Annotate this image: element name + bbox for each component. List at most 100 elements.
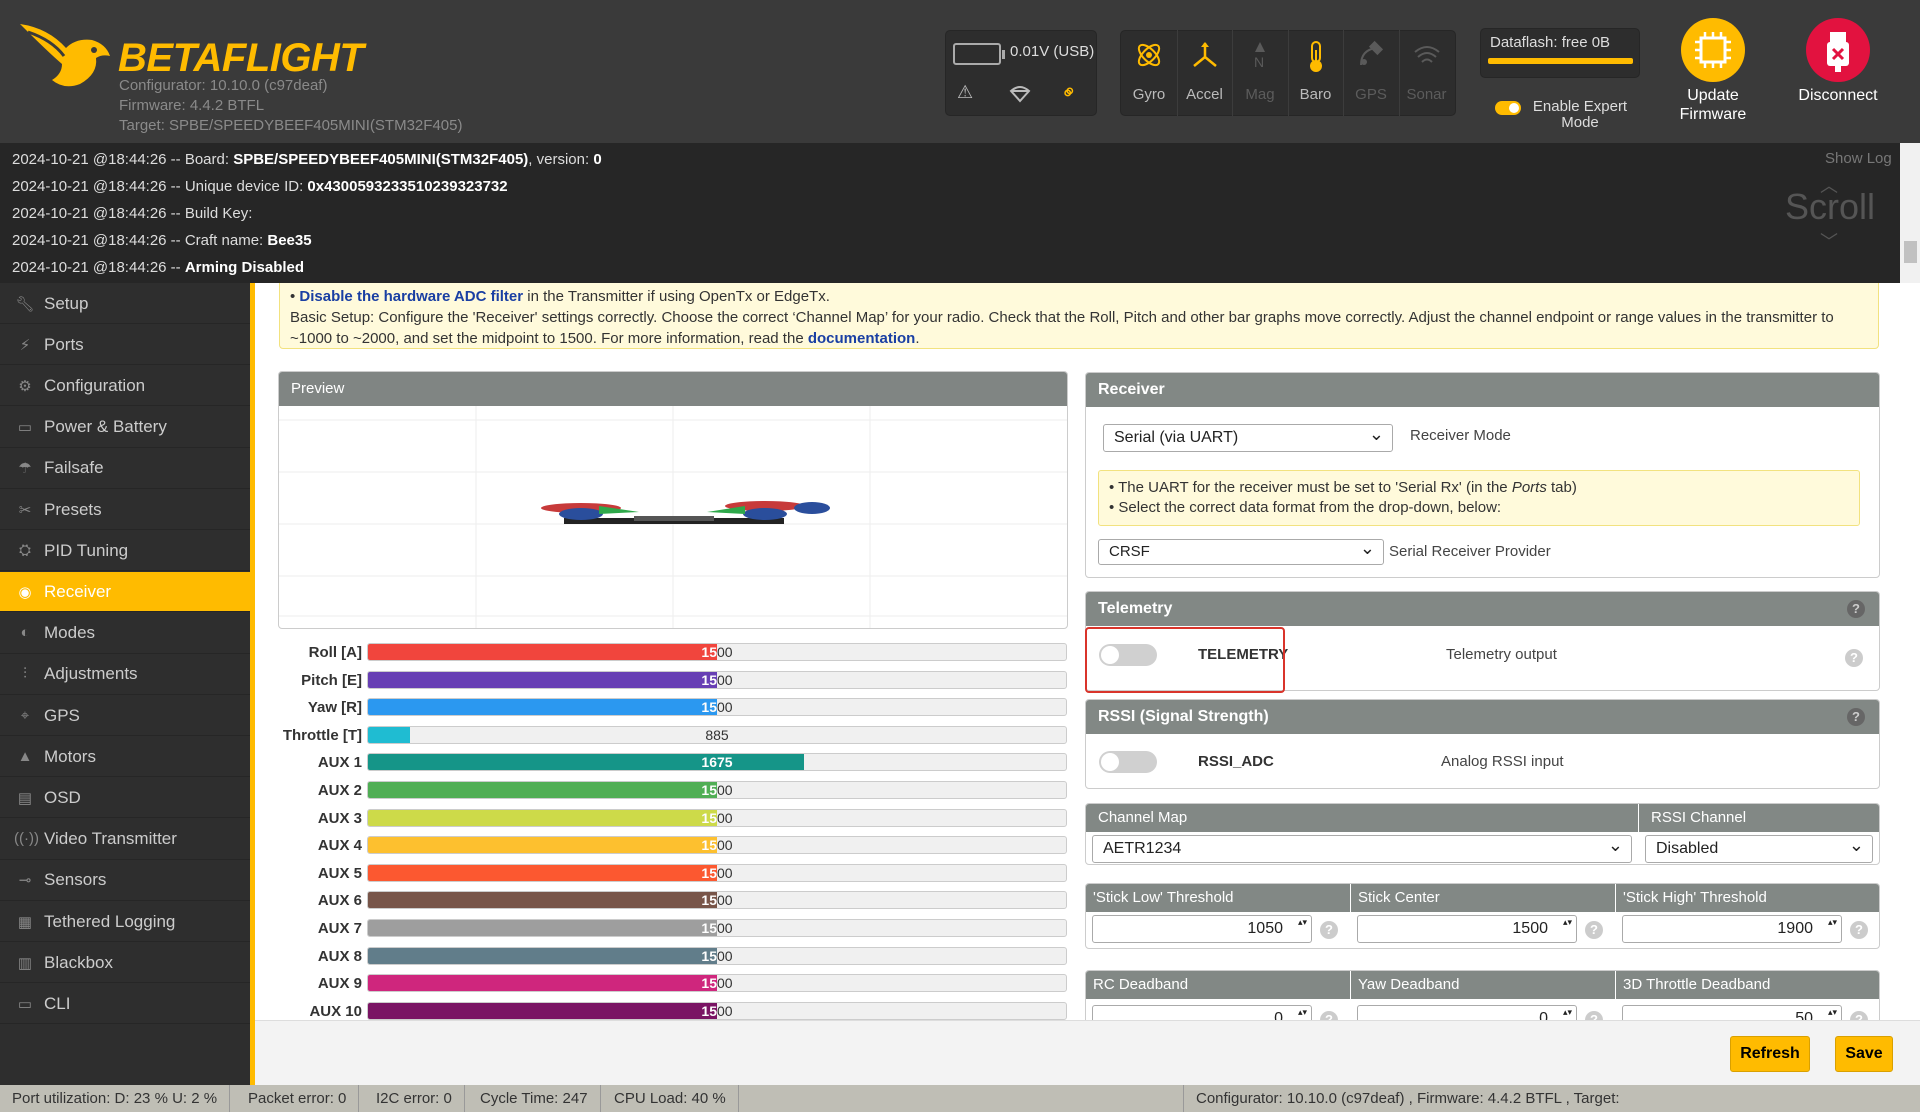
sidebar-item-adjustments[interactable]: ⫶ Adjustments [0, 655, 250, 695]
help-icon[interactable]: ? [1585, 1011, 1603, 1020]
channel-value-overlay: 1500 [368, 920, 717, 936]
log-line: 2024-10-21 @18:44:26 -- Board: SPBE/SPEE… [12, 146, 602, 173]
parachute-icon: ☂ [18, 460, 32, 478]
sidebar: 🔧︎ Setup ⚡︎ Ports ⚙ Configuration ▭ Power & Bat… [0, 283, 254, 1085]
receiver-mode-select[interactable]: Serial (via UART) [1103, 421, 1393, 452]
field-label: RC Deadband [1086, 971, 1350, 999]
channel-value-overlay: 1500 [368, 865, 717, 881]
field-label: 'Stick High' Threshold [1616, 884, 1879, 912]
help-icon[interactable]: ? [1847, 708, 1865, 726]
help-icon[interactable]: ? [1320, 921, 1338, 939]
help-icon[interactable]: ? [1845, 649, 1863, 667]
channel-label: AUX 4 [317, 837, 362, 855]
sidebar-item-ports[interactable]: ⚡︎ Ports [0, 325, 250, 366]
plug-icon: ⚡︎ [19, 336, 31, 354]
rssi-title: RSSI (Signal Strength) [1086, 700, 1879, 734]
sidebar-item-label: Video Transmitter [44, 829, 177, 849]
sidebar-item-video-transmitter[interactable]: ((·)) Video Transmitter [0, 820, 250, 860]
warning-icon: ⚠ [957, 82, 974, 102]
channel-value-inner: 885 [368, 727, 410, 743]
expert-mode-toggle[interactable] [1495, 101, 1521, 115]
sidebar-item-label: Receiver [44, 581, 112, 601]
adc-filter-link[interactable]: Disable the hardware ADC filter [299, 288, 523, 305]
channel-label: AUX 10 [309, 1002, 362, 1020]
sensor-gyro: Gyro [1122, 30, 1176, 118]
sidebar-item-label: Modes [44, 623, 96, 643]
refresh-button[interactable]: Refresh [1730, 1036, 1810, 1072]
sidebar-item-blackbox[interactable]: ▥ Blackbox [0, 943, 250, 984]
sidebar-item-cli[interactable]: ▭ CLI [0, 984, 250, 1025]
sidebar-item-tethered-logging[interactable]: ▦ Tethered Logging [0, 902, 250, 942]
sidebar-item-configuration[interactable]: ⚙ Configuration [0, 366, 250, 407]
receiver-icon: ◉ [18, 583, 32, 601]
field-label: Yaw Deadband [1351, 971, 1615, 999]
sidebar-item-setup[interactable]: 🔧︎ Setup [0, 284, 250, 324]
status-bar: Port utilization: D: 23 % U: 2 % Packet … [0, 1085, 1920, 1112]
quad-model-icon [541, 501, 830, 524]
serial-provider-select[interactable]: CRSF [1098, 536, 1384, 565]
sidebar-item-pid-tuning[interactable]: ⛭ PID Tuning [0, 531, 250, 572]
sidebar-item-label: Failsafe [44, 458, 104, 478]
sensor-accel: Accel [1176, 30, 1232, 118]
sidebar-item-failsafe[interactable]: ☂ Failsafe [0, 449, 250, 489]
sidebar-item-receiver[interactable]: ◉ Receiver [0, 572, 254, 613]
sidebar-item-label: Power & Battery [44, 417, 167, 437]
help-icon[interactable]: ? [1850, 921, 1868, 939]
rssi-channel-select[interactable]: Disabled [1645, 832, 1873, 863]
number-input[interactable]: 1900 [1622, 915, 1842, 943]
sidebar-item-gps[interactable]: ⌖ GPS [0, 696, 250, 736]
documentation-link[interactable]: documentation [808, 330, 916, 347]
chevron-down-icon[interactable]: ﹀ [1820, 228, 1838, 254]
disconnect-label: Disconnect [1798, 87, 1878, 104]
number-input[interactable]: 0 [1092, 1005, 1312, 1020]
sidebar-item-power-battery[interactable]: ▭ Power & Battery [0, 408, 250, 448]
i2c-error: I2C error: 0 [364, 1085, 465, 1112]
telemetry-description: Telemetry output [1446, 646, 1557, 663]
sensor-label: Accel [1186, 86, 1223, 103]
presets-icon: ✂ [18, 501, 32, 519]
number-input[interactable]: 1500 [1357, 915, 1577, 943]
channel-map-select[interactable]: AETR1234 [1092, 832, 1632, 863]
channel-value-overlay: 1500 [368, 644, 717, 660]
log-scrollbar[interactable] [1900, 143, 1920, 283]
cli-icon: ▭ [17, 995, 33, 1013]
configurator-version: Configurator: 10.10.0 (c97deaf) [119, 77, 328, 94]
svg-text:N: N [1254, 54, 1264, 70]
sidebar-item-modes[interactable]: ◐ Modes [0, 614, 250, 654]
preview-title: Preview [279, 372, 1067, 406]
show-log-link[interactable]: Show Log [1825, 150, 1892, 167]
sidebar-item-label: Ports [44, 334, 84, 354]
rssi-adc-toggle[interactable] [1099, 751, 1157, 773]
sensors-icon: ⊸ [18, 872, 32, 890]
motors-icon: ▲ [17, 747, 33, 765]
help-icon[interactable]: ? [1850, 1011, 1868, 1020]
channel-label: AUX 9 [317, 975, 362, 993]
sidebar-item-presets[interactable]: ✂ Presets [0, 490, 250, 530]
update-firmware-label: Update Firmware [1679, 87, 1747, 123]
uart-note-text: • The UART for the receiver must be set … [1109, 479, 1512, 496]
channel-value: 885 [705, 726, 729, 743]
channel-bar: 15001500 [367, 698, 1067, 717]
help-icon[interactable]: ? [1847, 600, 1865, 618]
number-input[interactable]: 50 [1622, 1005, 1842, 1020]
sidebar-item-sensors[interactable]: ⊸ Sensors [0, 861, 250, 901]
log-line: 2024-10-21 @18:44:26 -- Craft name: Bee3… [12, 227, 312, 254]
deadband-panel: RC Deadband 0? Yaw Deadband 0? 3D Throttle D… [1085, 970, 1880, 1020]
sidebar-item-osd[interactable]: ▤ OSD [0, 778, 250, 819]
app-window: BETAFLIGHT Configurator: 10.10.0 (c97dea… [0, 0, 1920, 1112]
sidebar-item-motors[interactable]: ▲ Motors [0, 737, 250, 778]
number-input[interactable]: 0 [1357, 1005, 1577, 1020]
disconnect-button[interactable]: Disconnect [1783, 18, 1893, 105]
help-icon[interactable]: ? [1320, 1011, 1338, 1020]
failsafe-icon [1009, 86, 1031, 103]
update-firmware-button[interactable]: Update Firmware [1658, 18, 1768, 124]
log-prefix: 2024-10-21 @18:44:26 -- [12, 259, 185, 276]
basic-setup-text: Basic Setup: Configure the 'Receiver' se… [290, 309, 1834, 347]
save-button[interactable]: Save [1835, 1036, 1893, 1072]
sensor-label: GPS [1355, 86, 1387, 103]
channel-bar: 15001500 [367, 781, 1067, 799]
help-icon[interactable]: ? [1585, 921, 1603, 939]
log-prefix: 2024-10-21 @18:44:26 -- Board: [12, 151, 234, 168]
number-input[interactable]: 1050 [1092, 915, 1312, 943]
gps-icon: ⌖ [20, 706, 30, 724]
